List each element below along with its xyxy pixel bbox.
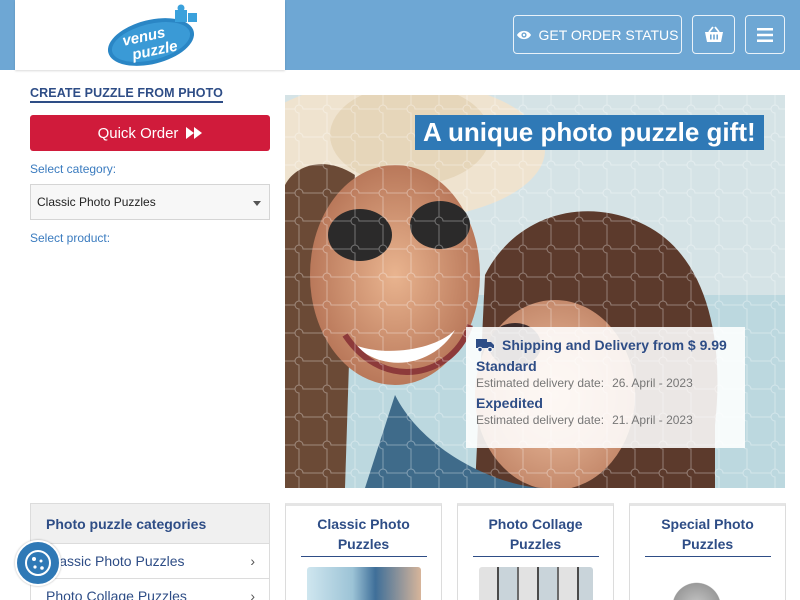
logo-container[interactable]: venus puzzle <box>15 0 285 70</box>
category-select-value: Classic Photo Puzzles <box>37 195 156 209</box>
standard-estimate-label: Estimated delivery date: <box>476 376 605 390</box>
site-header: venus puzzle GET ORDER STATUS <box>0 0 800 70</box>
shipping-heading-row: Shipping and Delivery from $ 9.99 <box>476 337 735 353</box>
basket-button[interactable] <box>692 15 735 54</box>
chevron-right-icon: › <box>250 588 255 600</box>
card-thumbnail <box>478 567 593 600</box>
category-item-label: Classic Photo Puzzles <box>46 553 185 569</box>
category-select[interactable]: Classic Photo Puzzles <box>30 184 270 220</box>
category-item-collage[interactable]: Photo Collage Puzzles › <box>31 579 269 600</box>
hamburger-menu-icon <box>757 27 773 42</box>
standard-estimate-row: Estimated delivery date: 26. April - 202… <box>476 376 735 390</box>
standard-shipping-label: Standard <box>476 358 537 374</box>
order-status-label: GET ORDER STATUS <box>538 26 679 43</box>
expedited-shipping-label: Expedited <box>476 395 543 411</box>
select-product-label: Select product: <box>30 231 111 245</box>
product-card-collage[interactable]: Photo Collage Puzzles <box>457 503 614 600</box>
basket-icon <box>704 26 723 42</box>
card-title: Classic Photo Puzzles <box>300 506 427 557</box>
truck-icon <box>476 339 494 352</box>
quick-order-label: Quick Order <box>97 124 179 142</box>
menu-button[interactable] <box>745 15 785 54</box>
card-thumbnail <box>650 567 765 600</box>
expedited-estimate-label: Estimated delivery date: <box>476 413 605 427</box>
create-puzzle-title: CREATE PUZZLE FROM PHOTO <box>30 86 223 103</box>
shipping-heading: Shipping and Delivery from $ 9.99 <box>502 337 727 353</box>
get-order-status-button[interactable]: GET ORDER STATUS <box>513 15 682 54</box>
select-category-label: Select category: <box>30 162 117 176</box>
expedited-estimate-date: 21. April - 2023 <box>612 413 693 427</box>
card-thumbnail <box>306 567 421 600</box>
cookie-icon <box>25 550 51 576</box>
expedited-estimate-row: Estimated delivery date: 21. April - 202… <box>476 413 735 427</box>
dropdown-arrow-icon <box>253 201 261 206</box>
hero-banner[interactable]: A unique photo puzzle gift! Shipping and… <box>285 95 785 488</box>
categories-heading: Photo puzzle categories <box>31 504 269 544</box>
product-card-classic[interactable]: Classic Photo Puzzles <box>285 503 442 600</box>
category-item-classic[interactable]: Classic Photo Puzzles › <box>31 544 269 579</box>
product-card-special[interactable]: Special Photo Puzzles <box>629 503 786 600</box>
hero-title: A unique photo puzzle gift! <box>415 115 764 150</box>
fast-forward-icon <box>186 127 203 139</box>
quick-order-button[interactable]: Quick Order <box>30 115 270 151</box>
eye-icon <box>517 30 532 39</box>
photo-puzzle-categories-panel: Photo puzzle categories Classic Photo Pu… <box>30 503 270 600</box>
card-title: Photo Collage Puzzles <box>472 506 599 557</box>
venus-puzzle-logo[interactable]: venus puzzle <box>105 4 215 66</box>
card-title: Special Photo Puzzles <box>644 506 771 557</box>
category-item-label: Photo Collage Puzzles <box>46 588 187 600</box>
shipping-info-box: Shipping and Delivery from $ 9.99 Standa… <box>466 327 745 448</box>
standard-estimate-date: 26. April - 2023 <box>612 376 693 390</box>
chevron-right-icon: › <box>250 553 255 569</box>
cookie-settings-button[interactable] <box>15 540 61 586</box>
